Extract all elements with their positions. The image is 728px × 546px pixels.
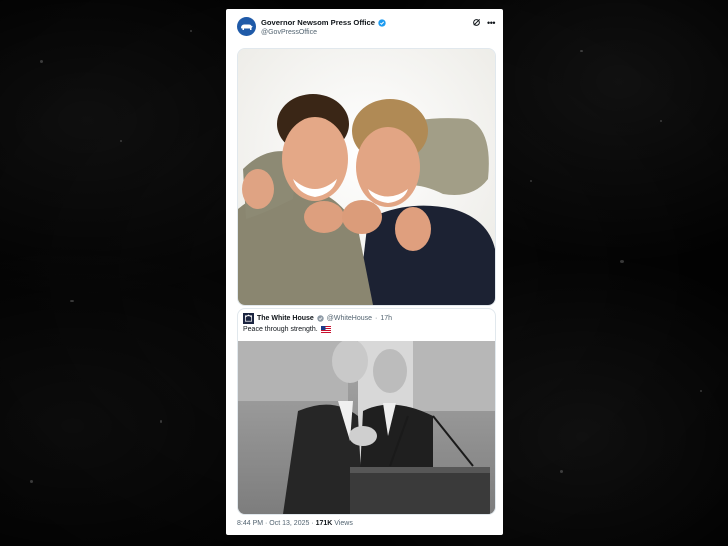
quoted-author-handle[interactable]: @WhiteHouse <box>327 315 372 322</box>
quoted-age[interactable]: 17h <box>380 315 392 322</box>
verified-badge-icon <box>378 18 386 27</box>
handshake-photo <box>238 339 495 514</box>
quoted-text-row: Peace through strength. <box>243 326 331 333</box>
tweet-card[interactable]: Governor Newsom Press Office @GovPressOf… <box>226 9 503 535</box>
tweet-footer: 8:44 PM · Oct 13, 2025 · 171K Views <box>237 520 353 527</box>
quoted-media-image[interactable] <box>238 339 495 514</box>
views-label: Views <box>334 520 353 527</box>
author-name[interactable]: Governor Newsom Press Office <box>261 18 375 27</box>
quoted-author-avatar[interactable] <box>243 313 254 324</box>
quoted-author-name[interactable]: The White House <box>257 315 314 322</box>
more-options-icon[interactable]: ••• <box>487 18 495 27</box>
quoted-text: Peace through strength. <box>243 326 318 333</box>
author-avatar[interactable] <box>237 17 256 36</box>
tweet-timestamp[interactable]: 8:44 PM · Oct 13, 2025 · <box>237 520 314 527</box>
author-handle[interactable]: @GovPressOffice <box>261 29 317 36</box>
two-men-photo <box>238 49 495 305</box>
tweet-media-image[interactable] <box>237 48 496 306</box>
bear-icon <box>241 24 253 30</box>
quoted-tweet[interactable]: The White House @WhiteHouse · 17h Peace … <box>237 308 496 515</box>
us-flag-icon <box>320 326 331 333</box>
tweet-header: Governor Newsom Press Office @GovPressOf… <box>237 17 495 43</box>
grok-icon[interactable] <box>472 18 481 27</box>
views-count: 171K <box>315 520 333 527</box>
seal-icon <box>244 314 253 322</box>
meta-separator: · <box>375 315 378 322</box>
verified-badge-icon <box>317 315 324 322</box>
